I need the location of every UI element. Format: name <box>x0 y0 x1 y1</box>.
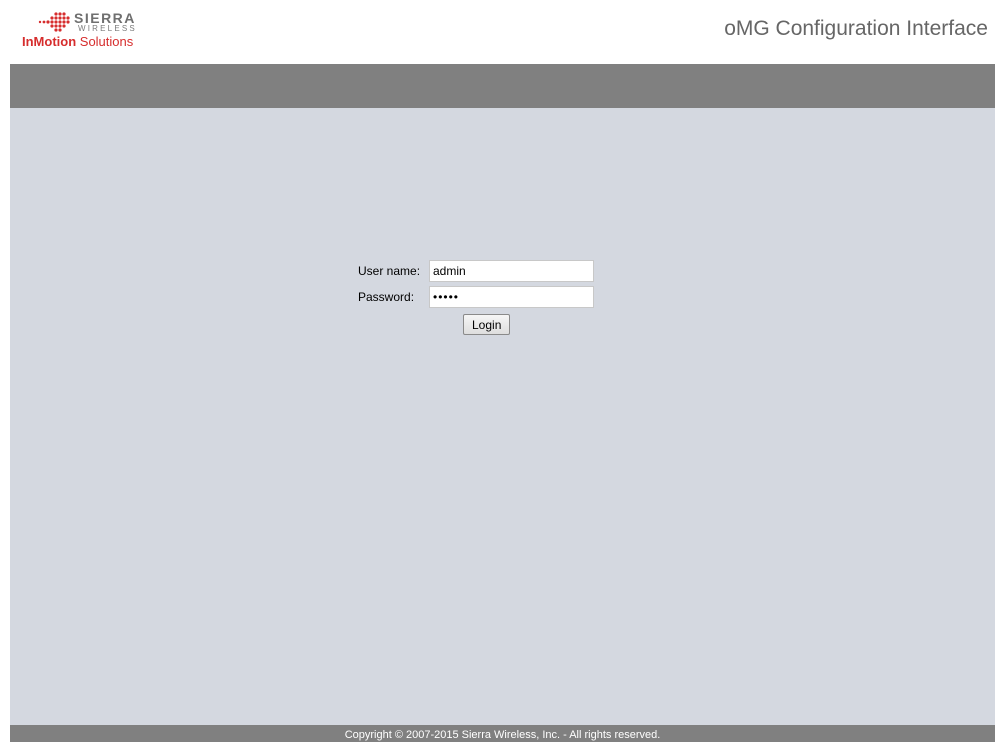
page: SIERRA WIRELESS InMotion Solutions oMG C… <box>0 0 1005 742</box>
top-bar <box>10 64 995 108</box>
page-title: oMG Configuration Interface <box>724 17 988 40</box>
main-content: User name: Password: Login <box>10 108 995 725</box>
logo-brand: SIERRA <box>74 10 136 26</box>
header: SIERRA WIRELESS InMotion Solutions oMG C… <box>0 0 1005 64</box>
password-label: Password: <box>358 290 415 304</box>
sierra-wireless-logo-icon <box>38 12 70 32</box>
password-field[interactable] <box>429 286 594 308</box>
username-field[interactable] <box>429 260 594 282</box>
logo: SIERRA WIRELESS InMotion Solutions <box>22 9 172 51</box>
login-form: User name: Password: Login <box>356 259 616 337</box>
logo-brand-sub: WIRELESS <box>78 24 137 33</box>
username-row: User name: <box>356 259 616 285</box>
footer: Copyright © 2007-2015 Sierra Wireless, I… <box>10 725 995 742</box>
logo-tagline-rest: Solutions <box>76 34 134 49</box>
copyright-text: Copyright © 2007-2015 Sierra Wireless, I… <box>344 729 661 741</box>
login-button[interactable]: Login <box>463 314 511 335</box>
logo-tagline-bold: InMotion <box>22 34 77 49</box>
logo-tagline: InMotion Solutions <box>22 35 133 49</box>
password-row: Password: <box>356 285 616 311</box>
username-label: User name: <box>358 264 421 278</box>
login-button-row: Login <box>356 311 616 337</box>
